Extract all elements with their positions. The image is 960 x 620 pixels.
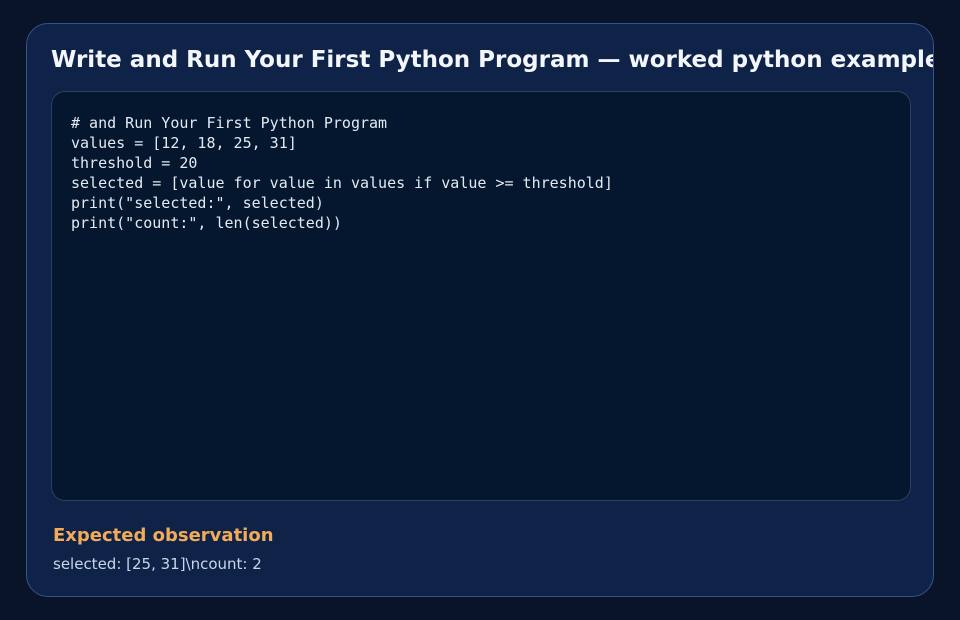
code-block: # and Run Your First Python Program value…: [71, 113, 613, 233]
card-title: Write and Run Your First Python Program …: [51, 47, 934, 73]
observation-text: selected: [25, 31]\ncount: 2: [53, 555, 262, 573]
code-line: selected = [value for value in values if…: [71, 174, 613, 192]
code-line: print("count:", len(selected)): [71, 214, 342, 232]
example-card: Write and Run Your First Python Program …: [26, 23, 934, 597]
observation-heading: Expected observation: [53, 525, 274, 546]
code-line: print("selected:", selected): [71, 194, 324, 212]
code-line: # and Run Your First Python Program: [71, 114, 388, 132]
code-line: threshold = 20: [71, 154, 198, 172]
code-panel[interactable]: # and Run Your First Python Program value…: [51, 91, 911, 501]
code-line: values = [12, 18, 25, 31]: [71, 134, 297, 152]
